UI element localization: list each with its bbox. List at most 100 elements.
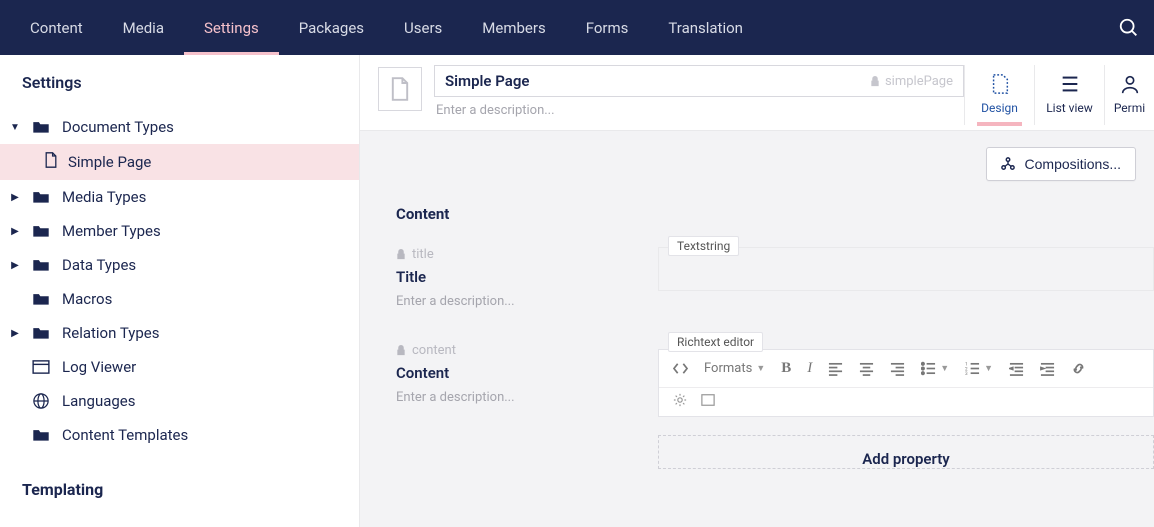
sidebar-section-templating: Templating xyxy=(0,470,359,509)
globe-icon xyxy=(32,393,50,409)
tree-item-languages[interactable]: ▶ Languages xyxy=(0,384,359,418)
doc-description-input[interactable]: Enter a description... xyxy=(434,97,964,126)
top-nav: Content Media Settings Packages Users Me… xyxy=(0,0,1154,55)
rte-formats-dropdown[interactable]: Formats▼ xyxy=(704,361,765,376)
nav-item-media[interactable]: Media xyxy=(103,0,184,55)
file-icon xyxy=(44,152,58,172)
rte-align-left-icon[interactable] xyxy=(828,361,843,376)
compositions-button[interactable]: Compositions... xyxy=(986,147,1136,181)
lock-icon xyxy=(870,76,880,87)
rte-bullet-list-icon[interactable]: ▼ xyxy=(921,361,949,376)
svg-text:3: 3 xyxy=(965,371,968,376)
doc-icon-button[interactable] xyxy=(378,67,422,111)
nav-item-translation[interactable]: Translation xyxy=(648,0,763,55)
folder-icon xyxy=(32,427,50,443)
rte-indent-icon[interactable] xyxy=(1040,361,1055,376)
search-icon[interactable] xyxy=(1118,0,1144,55)
property-label[interactable]: Content xyxy=(396,364,638,382)
doc-name-input[interactable]: Simple Page simplePage xyxy=(434,65,964,97)
tree-item-label: Member Types xyxy=(62,222,161,240)
tree-item-media-types[interactable]: ▶ Media Types xyxy=(0,180,359,214)
folder-icon xyxy=(32,257,50,273)
tree-item-relation-types[interactable]: ▶ Relation Types xyxy=(0,316,359,350)
caret-down-icon[interactable]: ▼ xyxy=(10,122,20,133)
doc-alias[interactable]: simplePage xyxy=(870,74,953,89)
folder-icon xyxy=(32,189,50,205)
nav-item-members[interactable]: Members xyxy=(462,0,565,55)
tab-label: Design xyxy=(981,101,1018,115)
tree-item-data-types[interactable]: ▶ Data Types xyxy=(0,248,359,282)
log-icon xyxy=(32,359,50,375)
folder-icon xyxy=(32,325,50,341)
doc-header: Simple Page simplePage Enter a descripti… xyxy=(360,55,1154,131)
tree-item-member-types[interactable]: ▶ Member Types xyxy=(0,214,359,248)
sidebar-title: Settings xyxy=(0,55,359,106)
compositions-icon xyxy=(1001,157,1015,171)
editor-body: Content title Title Enter a description.… xyxy=(360,189,1154,469)
tab-list-view[interactable]: List view xyxy=(1034,65,1104,125)
tree-item-label: Media Types xyxy=(62,188,146,206)
rte-link-icon[interactable] xyxy=(1071,361,1086,376)
property-editor-richtext[interactable]: Richtext editor Formats▼ B I ▼ 123▼ xyxy=(658,343,1154,417)
add-property-button[interactable]: Add property xyxy=(658,435,1154,469)
folder-icon xyxy=(32,223,50,239)
caret-right-icon[interactable]: ▶ xyxy=(10,328,20,339)
tab-label: List view xyxy=(1046,101,1093,115)
lock-icon xyxy=(396,249,406,260)
property-description-input[interactable]: Enter a description... xyxy=(396,294,638,309)
rte-image-icon[interactable] xyxy=(701,393,715,411)
rte-source-code-icon[interactable] xyxy=(673,361,688,376)
property-alias[interactable]: content xyxy=(396,343,638,358)
permissions-icon xyxy=(1119,73,1141,95)
tree-item-label: Content Templates xyxy=(62,426,188,444)
tree-item-label: Document Types xyxy=(62,118,174,136)
tree-child-simple-page[interactable]: Simple Page xyxy=(0,144,359,180)
rte-sub-toolbar xyxy=(659,388,1153,416)
tree-item-content-templates[interactable]: ▶ Content Templates xyxy=(0,418,359,452)
caret-right-icon[interactable]: ▶ xyxy=(10,192,20,203)
nav-item-content[interactable]: Content xyxy=(10,0,103,55)
property-alias-text: content xyxy=(412,343,456,358)
caret-right-icon[interactable]: ▶ xyxy=(10,260,20,271)
nav-item-settings[interactable]: Settings xyxy=(184,0,279,55)
folder-icon xyxy=(32,119,50,135)
rte-toolbar: Formats▼ B I ▼ 123▼ xyxy=(659,350,1153,388)
tree-item-label: Relation Types xyxy=(62,324,159,342)
tree-item-log-viewer[interactable]: ▶ Log Viewer xyxy=(0,350,359,384)
design-icon xyxy=(989,73,1011,95)
tab-permissions[interactable]: Permi xyxy=(1104,65,1154,125)
rte-align-right-icon[interactable] xyxy=(890,361,905,376)
rte-italic-button[interactable]: I xyxy=(807,360,812,377)
tree-item-label: Data Types xyxy=(62,256,136,274)
doc-alias-text: simplePage xyxy=(885,74,953,89)
property-alias-text: title xyxy=(412,247,434,262)
property-alias[interactable]: title xyxy=(396,247,638,262)
rte-align-center-icon[interactable] xyxy=(859,361,874,376)
editor-type-tag[interactable]: Richtext editor xyxy=(668,332,763,352)
rte-bold-button[interactable]: B xyxy=(781,360,791,377)
tree-item-label: Macros xyxy=(62,290,112,308)
property-label[interactable]: Title xyxy=(396,268,638,286)
editor-type-tag[interactable]: Textstring xyxy=(668,236,739,256)
nav-item-forms[interactable]: Forms xyxy=(566,0,649,55)
group-title[interactable]: Content xyxy=(396,205,1154,223)
list-view-icon xyxy=(1059,73,1081,95)
caret-right-icon[interactable]: ▶ xyxy=(10,226,20,237)
tree-item-label: Languages xyxy=(62,392,136,410)
property-editor-textstring[interactable]: Textstring xyxy=(658,247,1154,291)
tab-design[interactable]: Design xyxy=(964,65,1034,125)
rte-settings-icon[interactable] xyxy=(673,393,687,411)
richtext-editor[interactable]: Formats▼ B I ▼ 123▼ xyxy=(658,349,1154,417)
sidebar: Settings ▼ Document Types Simple Page ▶ … xyxy=(0,55,360,527)
tree-child-label: Simple Page xyxy=(68,153,151,171)
nav-item-packages[interactable]: Packages xyxy=(279,0,384,55)
tree-item-document-types[interactable]: ▼ Document Types xyxy=(0,110,359,144)
rte-numbered-list-icon[interactable]: 123▼ xyxy=(965,361,993,376)
tree-item-macros[interactable]: ▶ Macros xyxy=(0,282,359,316)
nav-item-users[interactable]: Users xyxy=(384,0,462,55)
property-row-content: content Content Enter a description... R… xyxy=(396,343,1154,417)
property-description-input[interactable]: Enter a description... xyxy=(396,390,638,405)
tab-label: Permi xyxy=(1114,101,1145,115)
compositions-button-label: Compositions... xyxy=(1025,156,1121,172)
rte-outdent-icon[interactable] xyxy=(1009,361,1024,376)
